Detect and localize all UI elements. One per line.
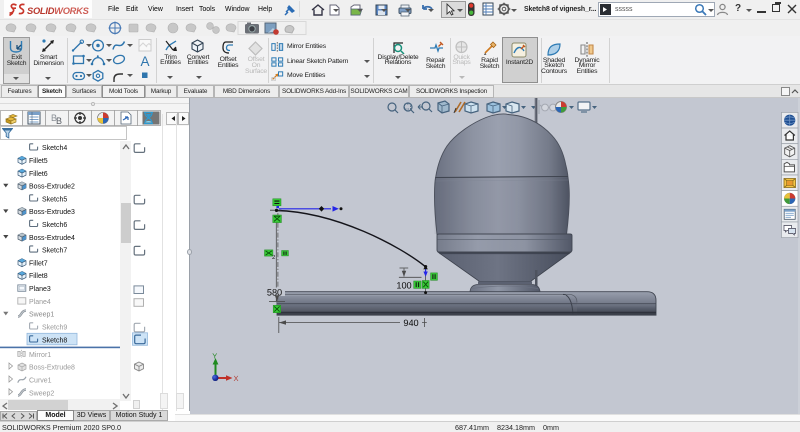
svg-text:X: X xyxy=(234,374,239,383)
svg-text:Sweep1: Sweep1 xyxy=(29,312,54,319)
svg-text:SOLIDWORKS: SOLIDWORKS xyxy=(27,6,90,16)
svg-text:Plane4: Plane4 xyxy=(29,299,51,306)
svg-text:Boss-Extrude4: Boss-Extrude4 xyxy=(29,235,75,242)
svg-text:A: A xyxy=(141,54,150,69)
svg-text:Boss-Extrude3: Boss-Extrude3 xyxy=(29,209,75,216)
svg-text:Plane3: Plane3 xyxy=(29,286,51,293)
svg-text:Curve1: Curve1 xyxy=(29,378,52,385)
svg-text:Sketch9: Sketch9 xyxy=(42,324,67,331)
svg-text:Fillet8: Fillet8 xyxy=(29,273,48,280)
svg-text:Mirror1: Mirror1 xyxy=(29,352,51,359)
svg-text:Sketch8: Sketch8 xyxy=(42,337,67,344)
svg-text:580: 580 xyxy=(267,287,282,297)
svg-text:Sweep2: Sweep2 xyxy=(29,391,54,398)
svg-text:Sketch5: Sketch5 xyxy=(42,196,67,203)
svg-text:Y: Y xyxy=(212,352,217,361)
svg-text:Boss-Extrude2: Boss-Extrude2 xyxy=(29,184,75,191)
svg-text:940: 940 xyxy=(403,318,418,328)
svg-text:Sketch7: Sketch7 xyxy=(42,248,67,255)
svg-text:Sketch4: Sketch4 xyxy=(42,145,67,152)
svg-text:Fillet5: Fillet5 xyxy=(29,158,48,165)
svg-text:Sketch6: Sketch6 xyxy=(42,222,67,229)
svg-text:Fillet6: Fillet6 xyxy=(29,171,48,178)
svg-text:100: 100 xyxy=(396,281,411,291)
svg-text:Fillet7: Fillet7 xyxy=(29,260,48,267)
svg-text:Boss-Extrude8: Boss-Extrude8 xyxy=(29,365,75,372)
